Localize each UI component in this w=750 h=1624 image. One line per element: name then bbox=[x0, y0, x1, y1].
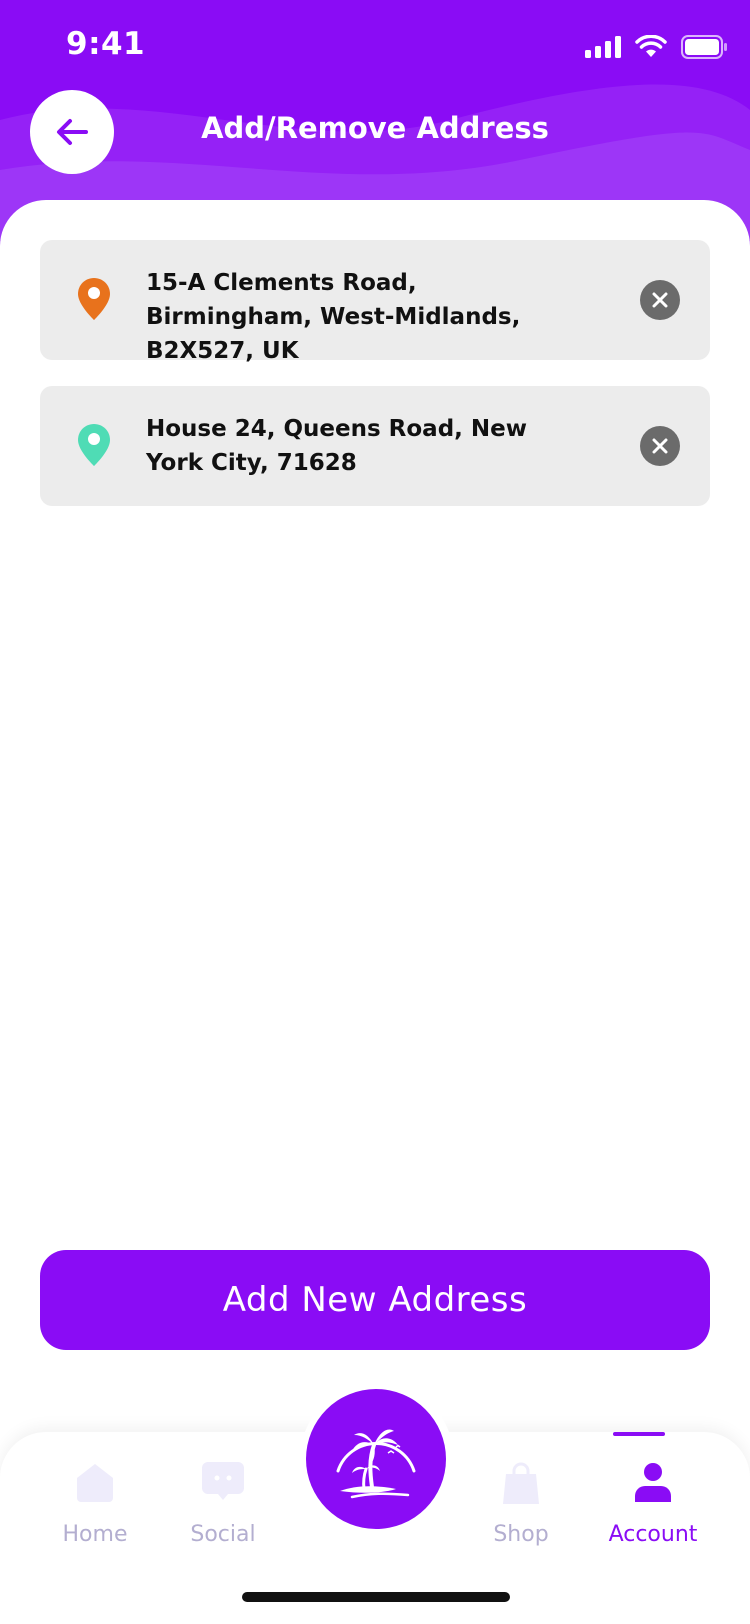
tab-label: Shop bbox=[493, 1522, 549, 1547]
tab-account[interactable]: Account bbox=[588, 1432, 718, 1582]
center-home-button[interactable] bbox=[306, 1389, 446, 1529]
user-icon bbox=[635, 1463, 671, 1502]
location-pin-icon bbox=[78, 424, 110, 466]
tab-shop[interactable]: Shop bbox=[456, 1432, 586, 1582]
close-icon bbox=[652, 292, 668, 308]
active-tab-indicator bbox=[613, 1432, 665, 1436]
status-icons bbox=[585, 30, 727, 64]
remove-address-button[interactable] bbox=[640, 280, 680, 320]
page-title: Add/Remove Address bbox=[201, 111, 549, 145]
remove-address-button[interactable] bbox=[640, 426, 680, 466]
address-card[interactable]: House 24, Queens Road, New York City, 71… bbox=[40, 386, 710, 506]
address-text: House 24, Queens Road, New York City, 71… bbox=[146, 416, 528, 476]
palm-tree-logo-icon bbox=[336, 1429, 416, 1499]
address-card[interactable]: 15-A Clements Road, Birmingham, West-Mid… bbox=[40, 240, 710, 364]
add-new-address-button[interactable]: Add New Address bbox=[40, 1250, 710, 1350]
tab-home[interactable]: Home bbox=[30, 1432, 160, 1582]
chat-icon bbox=[202, 1462, 244, 1500]
tab-label: Social bbox=[190, 1522, 256, 1547]
home-indicator bbox=[242, 1592, 510, 1602]
tab-label: Account bbox=[608, 1522, 698, 1547]
tab-social[interactable]: Social bbox=[158, 1432, 288, 1582]
close-icon bbox=[652, 438, 668, 454]
battery-icon bbox=[681, 35, 727, 59]
location-pin-icon bbox=[78, 278, 110, 320]
wifi-icon bbox=[635, 35, 667, 57]
tab-label: Home bbox=[62, 1522, 128, 1547]
signal-icon bbox=[585, 36, 621, 58]
status-time: 9:41 bbox=[66, 26, 146, 62]
home-icon bbox=[77, 1464, 113, 1502]
shopping-bag-icon bbox=[503, 1462, 539, 1504]
address-text: 15-A Clements Road, Birmingham, West-Mid… bbox=[146, 270, 521, 364]
